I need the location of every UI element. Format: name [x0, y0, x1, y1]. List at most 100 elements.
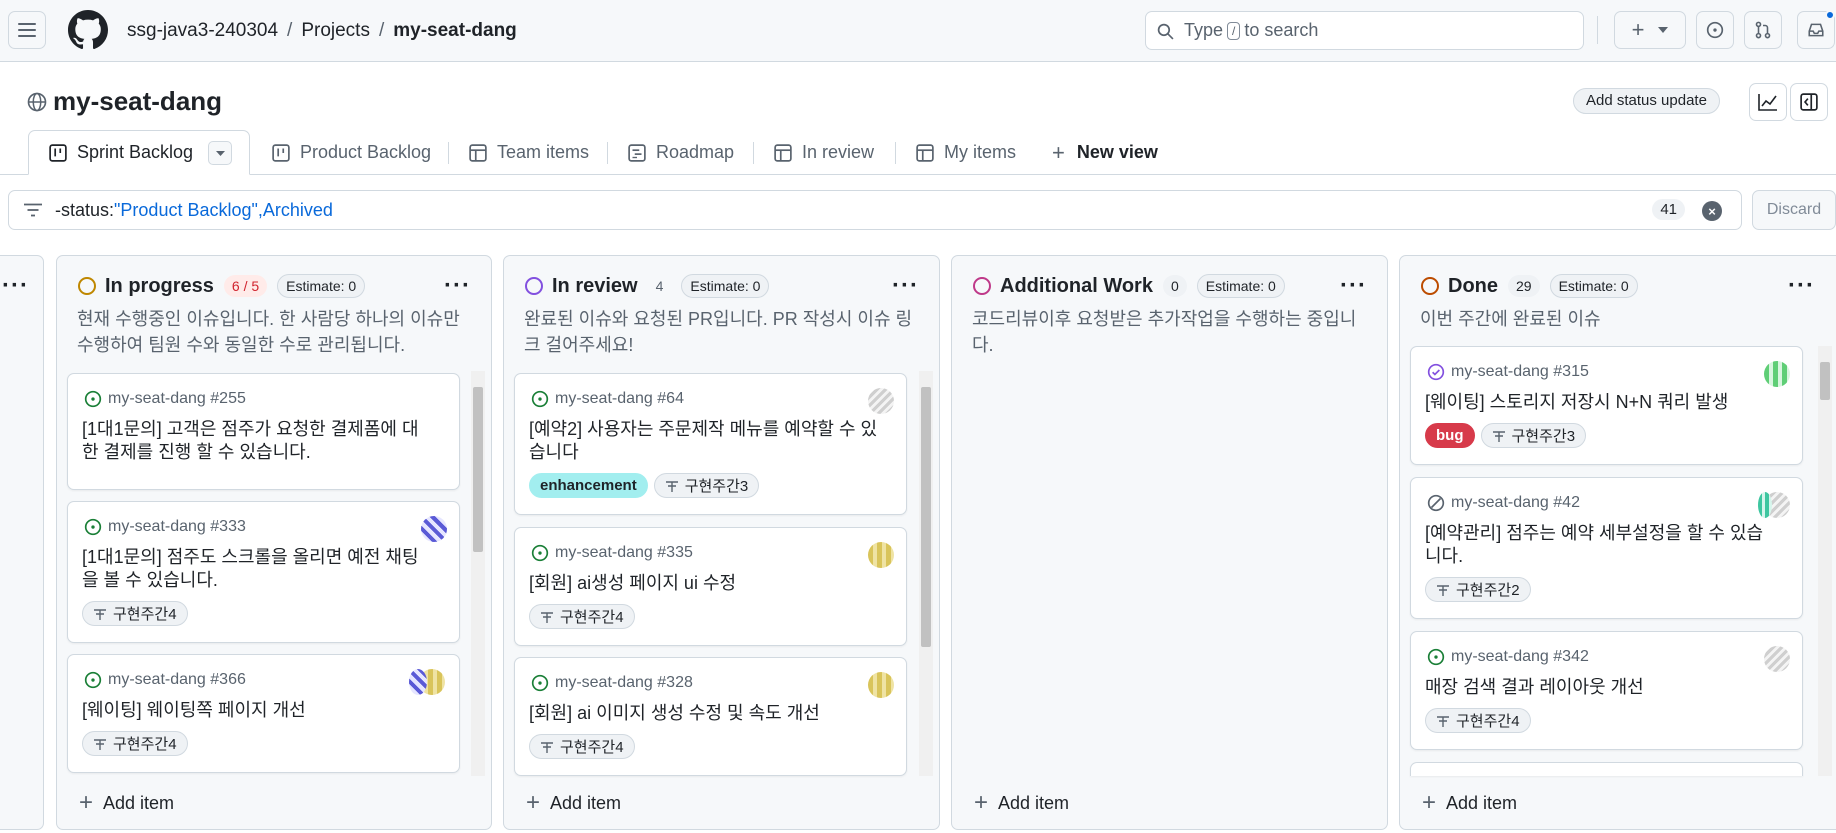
- add-status-update-button[interactable]: Add status update: [1573, 88, 1720, 114]
- assignee-avatar[interactable]: [868, 388, 894, 414]
- issue-card[interactable]: my-seat-dang #255 [1대1문의] 고객은 점주가 요청한 결제…: [67, 373, 460, 490]
- add-item-button[interactable]: + Add item: [526, 789, 621, 817]
- filter-input[interactable]: -status: "Product Backlog",Archived 41 ×: [8, 190, 1742, 230]
- breadcrumb-org[interactable]: ssg-java3-240304: [127, 20, 278, 41]
- tab-options-button[interactable]: [208, 141, 232, 165]
- issue-card[interactable]: my-seat-dang #315 [웨이팅] 스토리지 저장시 N+N 쿼리 …: [1410, 346, 1803, 465]
- issue-title[interactable]: [예약관리] 점주는 예약 세부설정을 할 수 있습니다.: [1425, 522, 1775, 568]
- issue-opened-icon: [531, 674, 549, 692]
- issue-ref[interactable]: my-seat-dang #333: [108, 518, 246, 536]
- iteration-icon: [1492, 430, 1505, 442]
- assignee-avatar[interactable]: [868, 672, 894, 698]
- create-new-button[interactable]: +: [1614, 11, 1686, 49]
- assignee-avatar[interactable]: [1758, 492, 1772, 518]
- assignee-avatar[interactable]: [409, 669, 427, 695]
- column-menu-icon[interactable]: ···: [2, 272, 29, 300]
- issue-ref[interactable]: my-seat-dang #335: [555, 544, 693, 562]
- tab-divider: [607, 142, 608, 164]
- issue-ref[interactable]: my-seat-dang #342: [1451, 648, 1589, 666]
- discard-button[interactable]: Discard: [1752, 190, 1836, 230]
- pull-requests-button[interactable]: [1744, 11, 1782, 49]
- tab-label: Product Backlog: [300, 142, 432, 162]
- tab-product-backlog[interactable]: Product Backlog: [272, 130, 431, 175]
- assignee-avatar[interactable]: [868, 542, 894, 568]
- assignee-avatar[interactable]: [1764, 361, 1790, 387]
- issue-opened-icon: [531, 544, 549, 562]
- top-bar: ssg-java3-240304/Projects / my-seat-dang T…: [0, 0, 1836, 62]
- git-pull-request-icon: [1755, 21, 1771, 39]
- issue-title[interactable]: [웨이팅] 웨이팅쪽 페이지 개선: [82, 699, 432, 722]
- iteration-tag[interactable]: 구현주간2: [1425, 577, 1531, 602]
- tab-label: New view: [1076, 142, 1158, 162]
- tab-label: Roadmap: [656, 142, 735, 162]
- status-circle-pink-icon: [973, 277, 991, 295]
- issue-card[interactable]: my-seat-dang #42 [예약관리] 점주는 예약 세부설정을 할 수…: [1410, 477, 1803, 619]
- add-item-button[interactable]: + Add item: [974, 789, 1069, 817]
- tab-my-items[interactable]: My items: [916, 130, 1016, 175]
- iteration-tag[interactable]: 구현주간4: [1425, 708, 1531, 733]
- add-item-button[interactable]: + Add item: [79, 789, 174, 817]
- issue-title[interactable]: [웨이팅] 스토리지 저장시 N+N 쿼리 발생: [1425, 391, 1775, 414]
- tab-sprint-backlog[interactable]: Sprint Backlog: [28, 130, 250, 175]
- issue-ref[interactable]: my-seat-dang #366: [108, 671, 246, 689]
- column-menu-icon[interactable]: ···: [444, 272, 471, 300]
- assignee-avatar[interactable]: [1764, 646, 1790, 672]
- breadcrumb-projects[interactable]: Projects: [301, 20, 370, 41]
- menu-button[interactable]: [8, 11, 46, 49]
- tab-team-items[interactable]: Team items: [469, 130, 589, 175]
- issue-card[interactable]: my-seat-dang #333 [1대1문의] 점주도 스크롤을 올리면 예…: [67, 501, 460, 643]
- github-logo-icon[interactable]: [68, 10, 108, 50]
- issue-title[interactable]: [1대1문의] 점주도 스크롤을 올리면 예전 채팅을 볼 수 있습니다.: [82, 546, 432, 592]
- column-name: Additional Work: [1000, 274, 1153, 297]
- issue-card[interactable]: my-seat-dang #335 [회원] ai생성 페이지 ui 수정 구현…: [514, 527, 907, 646]
- divider: [1597, 16, 1598, 44]
- issue-title[interactable]: [회원] ai생성 페이지 ui 수정: [529, 572, 879, 595]
- roadmap-icon: [628, 143, 646, 162]
- iteration-tag[interactable]: 구현주간4: [529, 734, 635, 759]
- label-enhancement[interactable]: enhancement: [529, 473, 648, 498]
- breadcrumb-repo[interactable]: my-seat-dang: [393, 20, 517, 41]
- iteration-tag[interactable]: 구현주간4: [82, 731, 188, 756]
- issue-card[interactable]: my-seat-dang #342 매장 검색 결과 레이아웃 개선 구현주간4: [1410, 631, 1803, 750]
- issue-title[interactable]: 매장 검색 결과 레이아웃 개선: [1425, 676, 1775, 699]
- column-scrollbar[interactable]: [1818, 346, 1832, 776]
- issue-card[interactable]: my-seat-dang #64 [예약2] 사용자는 주문제작 메뉴를 예약할…: [514, 373, 907, 515]
- issue-card[interactable]: my-seat-dang #366 [웨이팅] 웨이팅쪽 페이지 개선 구현주간…: [67, 654, 460, 773]
- inbox-button[interactable]: [1797, 10, 1835, 49]
- issue-ref[interactable]: my-seat-dang #315: [1451, 363, 1589, 381]
- add-item-button[interactable]: + Add item: [1422, 789, 1517, 817]
- clear-filter-icon[interactable]: ×: [1702, 201, 1722, 221]
- column-count: 4: [655, 278, 664, 294]
- iteration-tag[interactable]: 구현주간3: [1480, 423, 1587, 448]
- column-menu-icon[interactable]: ···: [1340, 272, 1367, 300]
- label-bug[interactable]: bug: [1425, 423, 1475, 448]
- side-panel-button[interactable]: [1790, 83, 1828, 121]
- assignee-avatar[interactable]: [421, 516, 447, 542]
- iteration-tag[interactable]: 구현주간4: [82, 601, 188, 626]
- iteration-tag[interactable]: 구현주간3: [653, 473, 760, 498]
- issue-card[interactable]: my-seat-dang #328 [회원] ai 이미지 생성 수정 및 속도…: [514, 657, 907, 776]
- issue-ref[interactable]: my-seat-dang #64: [555, 390, 684, 408]
- search-prefix: Type: [1184, 20, 1224, 40]
- tab-in-review[interactable]: In review: [774, 130, 874, 175]
- issue-card-partial[interactable]: [1410, 762, 1803, 776]
- column-scrollbar[interactable]: [471, 371, 485, 776]
- issue-title[interactable]: [예약2] 사용자는 주문제작 메뉴를 예약할 수 있습니다: [529, 418, 879, 464]
- column-menu-icon[interactable]: ···: [892, 272, 919, 300]
- tab-label: Sprint Backlog: [77, 142, 194, 162]
- issue-ref[interactable]: my-seat-dang #255: [108, 390, 246, 408]
- insights-button[interactable]: [1749, 83, 1787, 121]
- issue-ref[interactable]: my-seat-dang #42: [1451, 494, 1580, 512]
- tab-roadmap[interactable]: Roadmap: [628, 130, 734, 175]
- new-view-button[interactable]: + New view: [1052, 130, 1158, 175]
- column-scrollbar[interactable]: [919, 371, 933, 776]
- column-menu-icon[interactable]: ···: [1788, 272, 1815, 300]
- issues-button[interactable]: [1696, 11, 1734, 49]
- search-input[interactable]: Type / to search: [1145, 11, 1584, 50]
- iteration-tag[interactable]: 구현주간4: [529, 604, 635, 629]
- issue-title[interactable]: [회원] ai 이미지 생성 수정 및 속도 개선: [529, 702, 879, 725]
- filter-result-count: 41: [1652, 199, 1685, 220]
- iteration-tag-label: 구현주간4: [113, 736, 177, 753]
- issue-ref[interactable]: my-seat-dang #328: [555, 674, 693, 692]
- issue-title[interactable]: [1대1문의] 고객은 점주가 요청한 결제폼에 대한 결제를 진행 할 수 있…: [82, 418, 432, 464]
